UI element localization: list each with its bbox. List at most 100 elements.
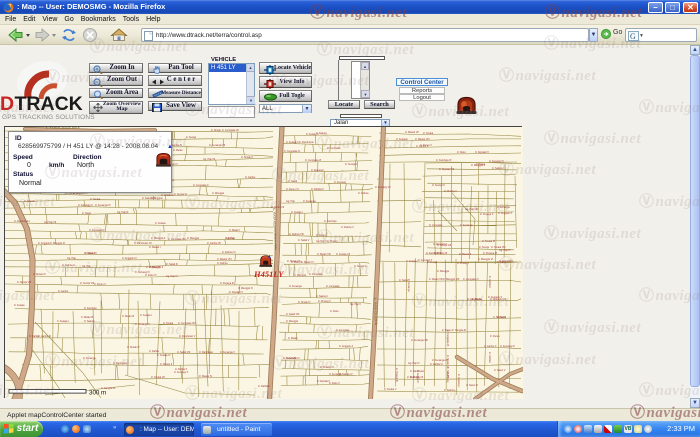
svg-text:Jl. Rambutan I: Jl. Rambutan I — [113, 362, 129, 365]
svg-text:Jl. Kenanga IX: Jl. Kenanga IX — [95, 204, 111, 207]
svg-text:Jl. Seroja VIII: Jl. Seroja VIII — [17, 281, 32, 284]
svg-text:Jl. Kelapa: Jl. Kelapa — [155, 222, 166, 225]
svg-text:Jl. Teratai V: Jl. Teratai V — [384, 388, 397, 391]
svg-text:Jl. Cempaka: Jl. Cempaka — [309, 273, 323, 276]
svg-text:Jl. Teratai: Jl. Teratai — [90, 198, 101, 201]
svg-text:Jl. Duren: Jl. Duren — [490, 335, 500, 338]
svg-text:Jl. Pinang I: Jl. Pinang I — [457, 262, 469, 265]
svg-text:Jl. Cempaka VII: Jl. Cempaka VII — [222, 129, 239, 132]
svg-text:Jl. Anggrek: Jl. Anggrek — [38, 242, 51, 245]
svg-text:Jl. Duku IV: Jl. Duku IV — [145, 274, 157, 277]
svg-text:Jl. Anggrek: Jl. Anggrek — [151, 197, 164, 200]
svg-text:Gg. Haji VI: Gg. Haji VI — [166, 275, 178, 278]
svg-text:Jl. Seroja: Jl. Seroja — [427, 261, 438, 264]
svg-text:Jl. Kelapa I: Jl. Kelapa I — [57, 320, 69, 323]
svg-text:Jl. Salak: Jl. Salak — [288, 180, 298, 183]
svg-text:Jl. Pepaya X: Jl. Pepaya X — [480, 213, 494, 216]
svg-text:Jl. Seroja VIII: Jl. Seroja VIII — [80, 282, 95, 285]
svg-text:Jl. Anggrek X: Jl. Anggrek X — [488, 296, 502, 299]
svg-text:Jl. Flamboyan: Jl. Flamboyan — [299, 141, 315, 144]
svg-text:Jl. Jambu III: Jl. Jambu III — [38, 335, 51, 338]
svg-text:Jl. Cempaka X: Jl. Cempaka X — [463, 278, 479, 281]
svg-text:Jl. Kemang I: Jl. Kemang I — [457, 374, 460, 388]
svg-text:Jl. Kenanga VIII: Jl. Kenanga VIII — [411, 339, 428, 342]
svg-text:Jl. Alpukat II: Jl. Alpukat II — [317, 380, 330, 383]
svg-text:Jl. Alpukat IV: Jl. Alpukat IV — [229, 291, 243, 294]
svg-text:300 m: 300 m — [89, 390, 106, 397]
svg-text:Jl. Sakura: Jl. Sakura — [84, 320, 95, 323]
svg-text:Jl. Kamboja: Jl. Kamboja — [324, 220, 337, 223]
svg-text:Jl. Pinang VI: Jl. Pinang VI — [320, 366, 334, 369]
svg-text:Jl. Dahlia I: Jl. Dahlia I — [488, 352, 491, 363]
svg-text:Jl. Kelapa I: Jl. Kelapa I — [406, 260, 418, 263]
svg-text:JL. KEBON JERUK RAYA: JL. KEBON JERUK RAYA — [45, 127, 80, 130]
svg-text:Jl. Sawo V: Jl. Sawo V — [494, 369, 506, 372]
svg-text:Gg. Haji IV: Gg. Haji IV — [408, 362, 420, 365]
svg-text:Jl. Kelapa VI: Jl. Kelapa VI — [286, 357, 300, 360]
svg-text:Jl. Mawar IV: Jl. Mawar IV — [199, 375, 213, 378]
svg-text:Jl. Sakura I: Jl. Sakura I — [316, 295, 328, 298]
svg-text:Jl. Kamboja X: Jl. Kamboja X — [78, 204, 93, 207]
svg-text:Jl. Melati VI: Jl. Melati VI — [301, 261, 314, 264]
svg-text:A: A — [268, 254, 271, 259]
svg-text:TRACK: TRACK — [15, 93, 83, 115]
svg-text:Jl. Delima: Jl. Delima — [217, 262, 228, 265]
svg-text:Jl. Kenanga: Jl. Kenanga — [329, 373, 342, 376]
svg-text:Jl. Melati I: Jl. Melati I — [229, 229, 240, 232]
svg-text:H451LY: H451LY — [253, 269, 284, 279]
svg-text:Jl. Alpukat VIII: Jl. Alpukat VIII — [439, 168, 454, 171]
svg-text:Jl. Manggis X: Jl. Manggis X — [151, 237, 166, 240]
svg-text:Jl. Salak VIII: Jl. Salak VIII — [177, 351, 191, 354]
svg-text:Jl. Cempaka IV: Jl. Cempaka IV — [284, 150, 301, 153]
svg-text:Jl. Cempaka: Jl. Cempaka — [327, 147, 341, 150]
svg-text:Jl. Kamboja IX: Jl. Kamboja IX — [436, 159, 452, 162]
svg-text:Jl. Duren V: Jl. Duren V — [94, 283, 106, 286]
svg-text:Jl. Melati VIII: Jl. Melati VIII — [429, 278, 443, 281]
svg-text:Jl. Jambu: Jl. Jambu — [245, 176, 256, 179]
svg-text:Jl. Cempaka X: Jl. Cempaka X — [89, 229, 105, 232]
svg-text:Jl. Kemang IV: Jl. Kemang IV — [135, 271, 150, 274]
svg-text:Jl. Salak III: Jl. Salak III — [166, 263, 178, 266]
svg-text:Jl. Kenanga X: Jl. Kenanga X — [135, 323, 150, 326]
svg-text:Jl. Anggrek X: Jl. Anggrek X — [339, 345, 353, 348]
svg-text:Jl. Kamboja IX: Jl. Kamboja IX — [426, 252, 442, 255]
svg-text:Jl. Duku: Jl. Duku — [457, 151, 466, 154]
svg-text:Jl. Anggrek X: Jl. Anggrek X — [498, 212, 512, 215]
svg-text:Jl. Duku: Jl. Duku — [330, 310, 339, 313]
svg-text:Jl. Cempaka VI: Jl. Cempaka VI — [446, 330, 449, 347]
svg-text:Jl. Sakura I: Jl. Sakura I — [492, 167, 504, 170]
svg-text:Jl. Kelapa I: Jl. Kelapa I — [291, 211, 303, 214]
svg-text:Jl. Teratai: Jl. Teratai — [163, 322, 174, 325]
svg-text:Gg. Haji: Gg. Haji — [286, 200, 295, 203]
svg-text:Jl. Salak VIII: Jl. Salak VIII — [286, 313, 300, 316]
svg-text:Jl. Cempaka X: Jl. Cempaka X — [193, 184, 209, 187]
svg-text:Jl. Teratai IX: Jl. Teratai IX — [482, 240, 496, 243]
svg-text:Jl. Delima II: Jl. Delima II — [62, 264, 75, 267]
svg-text:Jl. Flamboyan I: Jl. Flamboyan I — [14, 220, 31, 223]
svg-text:Jl. Kelapa V: Jl. Kelapa V — [306, 133, 319, 136]
svg-text:Jl. Teratai VII: Jl. Teratai VII — [151, 376, 165, 379]
svg-text:Jl. Sirsak IX: Jl. Sirsak IX — [161, 194, 174, 197]
svg-text:Jl. Alpukat: Jl. Alpukat — [24, 200, 35, 203]
svg-text:Jl. Sawo: Jl. Sawo — [82, 212, 92, 215]
svg-text:Jl. Pinang V: Jl. Pinang V — [444, 190, 457, 193]
svg-text:Jl. Rambutan: Jl. Rambutan — [199, 351, 214, 354]
svg-text:Jl. Kenanga: Jl. Kenanga — [460, 224, 473, 227]
svg-text:Jl. Anggrek II: Jl. Anggrek II — [499, 260, 513, 263]
svg-text:Jl. Pepaya III: Jl. Pepaya III — [220, 282, 234, 285]
svg-text:Jl. Alpukat IX: Jl. Alpukat IX — [475, 151, 489, 154]
svg-text:Jl. Mawar VIII: Jl. Mawar VIII — [217, 258, 232, 261]
svg-text:Jl. Kemang I: Jl. Kemang I — [311, 169, 325, 172]
svg-text:Jl. Manggis II: Jl. Manggis II — [471, 164, 485, 167]
svg-text:Jl. Duren VI: Jl. Duren VI — [286, 188, 299, 191]
svg-text:Jl. Rambutan V: Jl. Rambutan V — [179, 335, 196, 338]
svg-text:Jl. Cempaka: Jl. Cempaka — [326, 285, 340, 288]
svg-text:Jl. Cempaka: Jl. Cempaka — [429, 224, 443, 227]
svg-text:D: D — [0, 93, 14, 115]
svg-text:Jl. Seroja III: Jl. Seroja III — [354, 265, 367, 268]
svg-text:Jl. Pinang: Jl. Pinang — [446, 372, 449, 383]
svg-text:Jl. Dahlia VI: Jl. Dahlia VI — [430, 363, 443, 366]
svg-text:Jl. Manggis IV: Jl. Manggis IV — [238, 287, 253, 290]
svg-text:Jl. Seroja: Jl. Seroja — [479, 246, 490, 249]
svg-text:Gg. Haji: Gg. Haji — [226, 237, 235, 240]
